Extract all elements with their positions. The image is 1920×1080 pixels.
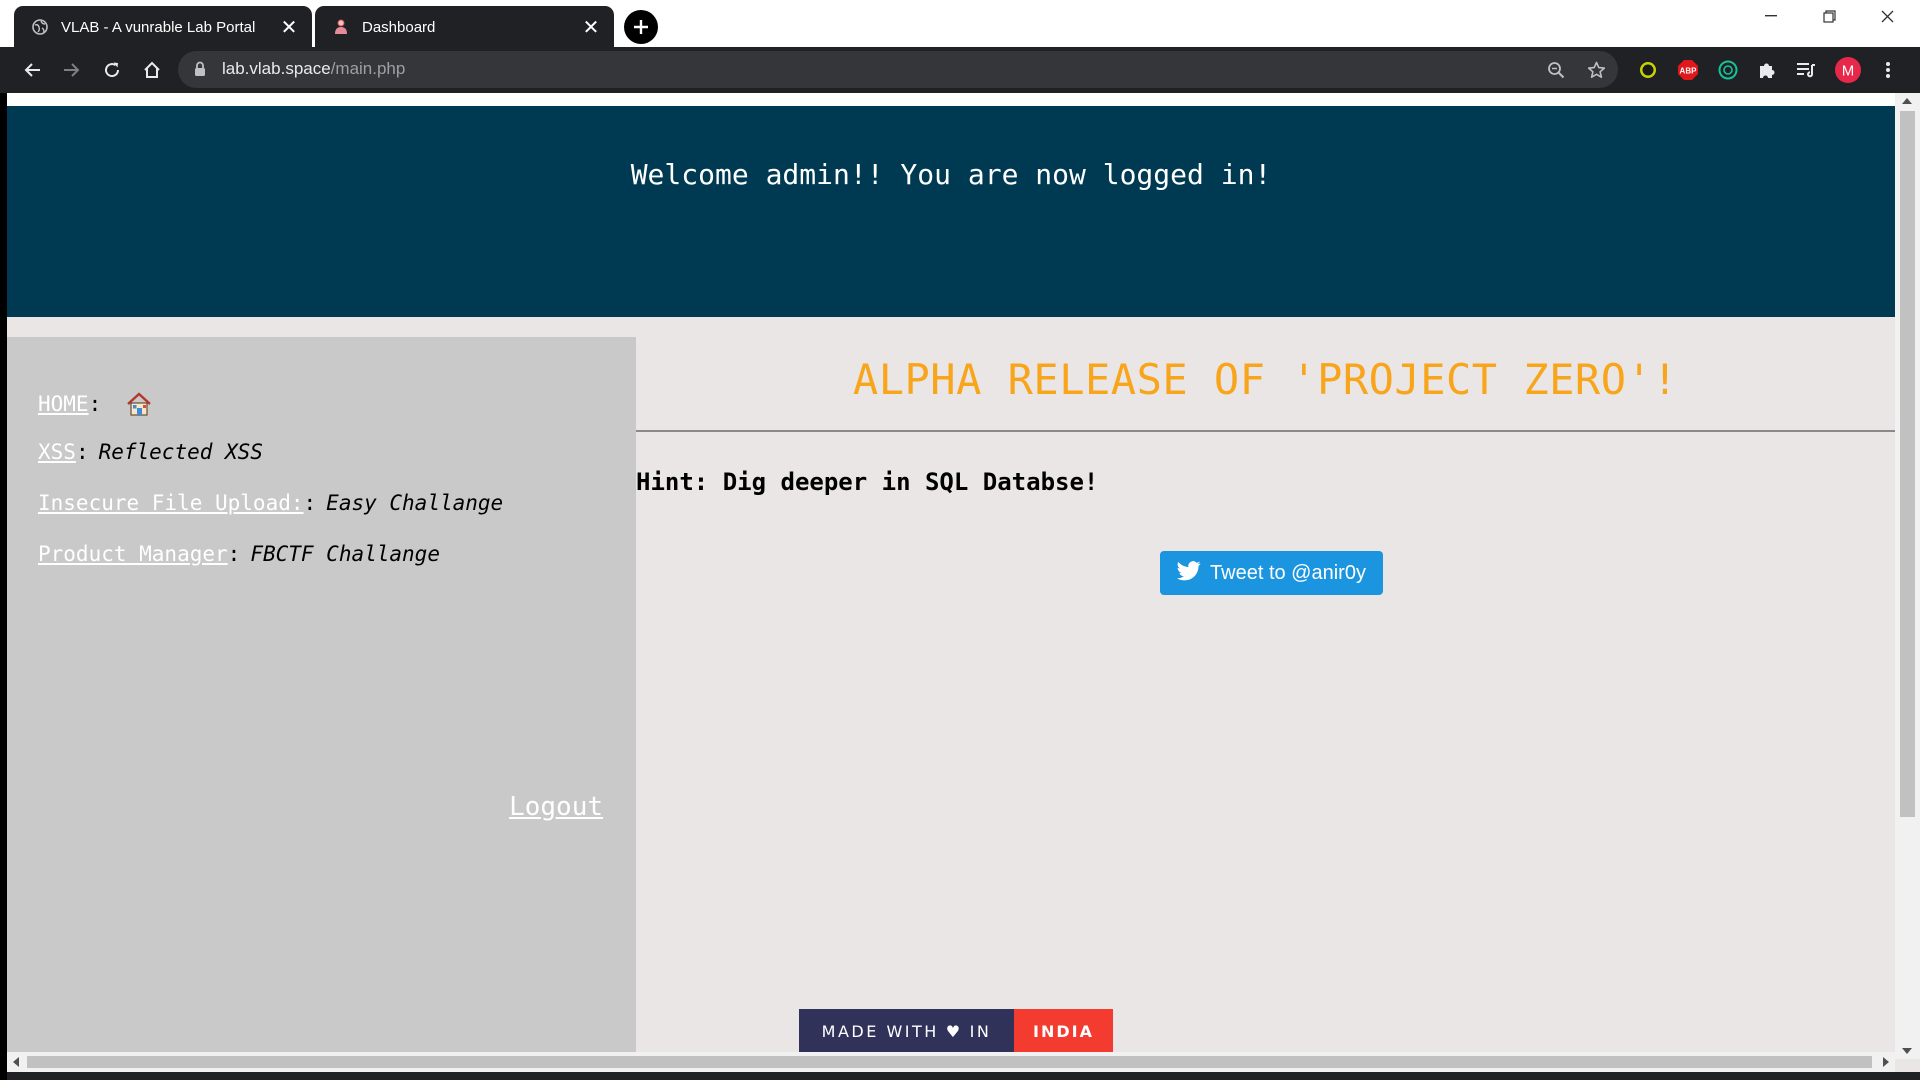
horizontal-scrollbar[interactable] <box>7 1052 1895 1072</box>
svg-text:M: M <box>1842 63 1855 80</box>
sidebar-item-xss: XSS: Reflected XSS <box>38 440 263 464</box>
tab-vlab[interactable]: VLAB - A vunrable Lab Portal ✕ <box>14 6 312 48</box>
star-icon[interactable] <box>1585 59 1607 81</box>
browser-toolbar: lab.vlab.space/main.php ABP M <box>0 47 1920 93</box>
page-viewport: Welcome admin!! You are now logged in! H… <box>0 93 1920 1080</box>
puzzle-icon[interactable] <box>1751 54 1783 86</box>
main-content: ALPHA RELEASE OF 'PROJECT ZERO'! Hint: D… <box>636 337 1895 1072</box>
plus-icon[interactable] <box>624 10 658 44</box>
page-title: ALPHA RELEASE OF 'PROJECT ZERO'! <box>852 355 1679 404</box>
scroll-up-icon[interactable] <box>1902 98 1912 104</box>
back-icon[interactable] <box>16 54 48 86</box>
zoom-icon[interactable] <box>1545 59 1567 81</box>
scroll-down-icon[interactable] <box>1902 1048 1912 1054</box>
reload-icon[interactable] <box>96 54 128 86</box>
url-text: lab.vlab.space/main.php <box>222 59 406 78</box>
logout-link[interactable]: Logout <box>509 792 603 822</box>
sidebar-item-product-manager: Product Manager: FBCTF Challange <box>38 542 440 566</box>
tab-title: Dashboard <box>362 18 436 36</box>
product-manager-description: FBCTF Challange <box>250 542 440 566</box>
tab-strip: VLAB - A vunrable Lab Portal ✕ Dashboard… <box>0 0 1920 48</box>
sidebar-item-file-upload: Insecure File Upload:: Easy Challange <box>38 491 504 515</box>
adblock-icon[interactable]: ABP <box>1672 54 1704 86</box>
badge-india: INDIA <box>1014 1009 1113 1053</box>
profile-avatar[interactable]: M <box>1832 54 1864 86</box>
more-menu-icon[interactable] <box>1872 54 1904 86</box>
restore-icon[interactable] <box>1800 0 1858 32</box>
grammarly-icon[interactable] <box>1712 54 1744 86</box>
hint-text: Hint: Dig deeper in SQL Databse! <box>636 468 1099 496</box>
divider <box>636 430 1895 432</box>
horizontal-scroll-thumb[interactable] <box>27 1056 1872 1068</box>
lock-icon[interactable] <box>194 61 206 81</box>
scroll-right-icon[interactable] <box>1883 1057 1889 1067</box>
vertical-scrollbar[interactable] <box>1895 93 1920 1059</box>
media-queue-icon[interactable] <box>1790 54 1822 86</box>
vertical-scroll-thumb[interactable] <box>1900 111 1915 817</box>
address-bar[interactable]: lab.vlab.space/main.php <box>178 51 1618 88</box>
sidebar-item-home: HOME: <box>38 390 153 418</box>
home-link[interactable]: HOME <box>38 392 89 416</box>
xss-link[interactable]: XSS <box>38 440 76 464</box>
tab-title: VLAB - A vunrable Lab Portal <box>61 18 256 36</box>
close-icon[interactable]: ✕ <box>278 16 300 38</box>
tweet-button[interactable]: Tweet to @anir0y <box>1160 551 1383 595</box>
badge-made-with: MADE WITH <box>821 1021 939 1041</box>
close-icon[interactable]: ✕ <box>580 16 602 38</box>
scroll-left-icon[interactable] <box>13 1057 19 1067</box>
file-upload-link[interactable]: Insecure File Upload: <box>38 491 304 515</box>
minimize-icon[interactable] <box>1742 0 1800 32</box>
globe-icon <box>31 18 49 36</box>
heart-icon: ♥ <box>945 1021 963 1041</box>
product-manager-link[interactable]: Product Manager <box>38 542 228 566</box>
twitter-bird-icon <box>1177 561 1201 585</box>
xss-description: Reflected XSS <box>98 440 263 464</box>
close-window-icon[interactable] <box>1858 0 1916 32</box>
made-in-india-badge[interactable]: MADE WITH ♥ IN INDIA <box>799 1009 1113 1053</box>
user-icon <box>332 18 350 36</box>
extension-circle-icon[interactable] <box>1632 54 1664 86</box>
house-icon <box>125 390 153 418</box>
file-upload-description: Easy Challange <box>326 491 504 515</box>
badge-in: IN <box>969 1021 992 1041</box>
home-icon[interactable] <box>136 54 168 86</box>
welcome-message: Welcome admin!! You are now logged in! <box>630 158 1272 191</box>
forward-icon[interactable] <box>56 54 88 86</box>
svg-text:ABP: ABP <box>1680 67 1698 76</box>
tab-dashboard[interactable]: Dashboard ✕ <box>315 6 614 48</box>
sidebar: HOME: XSS: Reflected XSS Insecure File Up… <box>7 337 636 1072</box>
tweet-button-label: Tweet to @anir0y <box>1210 561 1366 584</box>
page-header: Welcome admin!! You are now logged in! <box>7 106 1895 317</box>
